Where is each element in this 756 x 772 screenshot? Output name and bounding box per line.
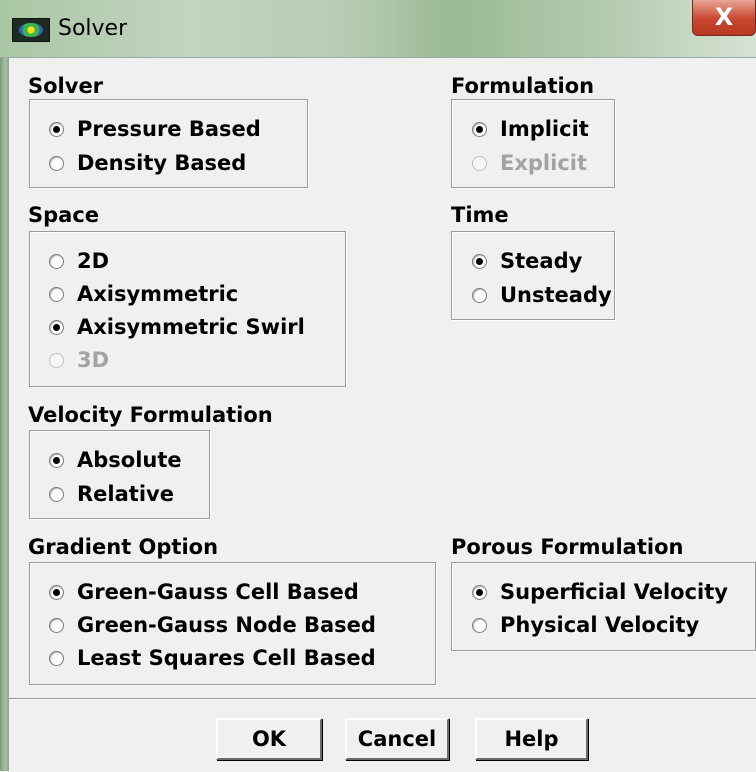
app-icon [12, 18, 50, 42]
button-separator [9, 698, 756, 700]
radio-button-selected[interactable] [472, 121, 487, 137]
radio-steady[interactable]: Steady [472, 244, 582, 278]
radio-button-selected[interactable] [49, 584, 64, 600]
option-label: Pressure Based [77, 117, 261, 141]
radio-density-based[interactable]: Density Based [49, 146, 246, 180]
radio-button[interactable] [472, 287, 487, 303]
radio-button[interactable] [49, 617, 64, 633]
radio-implicit[interactable]: Implicit [472, 112, 589, 146]
radio-button-selected[interactable] [49, 121, 64, 137]
option-label: Green-Gauss Cell Based [77, 580, 359, 604]
cancel-button[interactable]: Cancel [345, 718, 449, 760]
formulation-group-title: Formulation [451, 74, 595, 98]
radio-button[interactable] [49, 286, 64, 302]
radio-unsteady[interactable]: Unsteady [472, 278, 612, 312]
ok-button[interactable]: OK [216, 718, 322, 760]
radio-button-selected[interactable] [49, 452, 64, 468]
title-bar[interactable]: Solver X [0, 0, 756, 57]
radio-button[interactable] [49, 486, 64, 502]
radio-green-gauss-cell[interactable]: Green-Gauss Cell Based [49, 575, 359, 609]
radio-button-selected[interactable] [49, 319, 64, 335]
option-label: 3D [77, 348, 110, 372]
option-label: Axisymmetric [77, 282, 239, 306]
radio-3d: 3D [49, 343, 109, 377]
option-label: Unsteady [500, 283, 612, 307]
option-label: Axisymmetric Swirl [77, 315, 305, 339]
option-label: Implicit [500, 117, 589, 141]
radio-explicit: Explicit [472, 146, 587, 180]
radio-physical-velocity[interactable]: Physical Velocity [472, 608, 699, 642]
radio-green-gauss-node[interactable]: Green-Gauss Node Based [49, 608, 376, 642]
option-label: Least Squares Cell Based [77, 646, 376, 670]
option-label: Physical Velocity [500, 613, 700, 637]
option-label: Explicit [500, 151, 588, 175]
window-frame [0, 57, 9, 771]
option-label: Superficial Velocity [500, 580, 728, 604]
option-label: 2D [77, 249, 110, 273]
option-label: Density Based [77, 151, 247, 175]
help-button[interactable]: Help [475, 718, 588, 760]
gradient-option-group-title: Gradient Option [28, 535, 219, 559]
radio-button-disabled [49, 352, 64, 368]
radio-axisymmetric-swirl[interactable]: Axisymmetric Swirl [49, 310, 305, 344]
space-group-title: Space [28, 203, 100, 227]
radio-least-squares[interactable]: Least Squares Cell Based [49, 641, 376, 675]
radio-relative[interactable]: Relative [49, 477, 174, 511]
option-label: Absolute [77, 448, 182, 472]
option-label: Green-Gauss Node Based [77, 613, 376, 637]
radio-button[interactable] [49, 650, 64, 666]
radio-button-selected[interactable] [472, 584, 487, 600]
window-title: Solver [58, 16, 128, 41]
porous-formulation-group-title: Porous Formulation [451, 535, 684, 559]
radio-button[interactable] [472, 617, 487, 633]
radio-superficial-velocity[interactable]: Superficial Velocity [472, 575, 728, 609]
solver-group-title: Solver [28, 74, 104, 98]
close-button[interactable]: X [692, 0, 756, 36]
radio-button[interactable] [49, 155, 64, 171]
radio-button-selected[interactable] [472, 253, 487, 269]
radio-button-disabled [472, 155, 487, 171]
velocity-formulation-group-title: Velocity Formulation [28, 403, 273, 427]
option-label: Relative [77, 482, 174, 506]
radio-absolute[interactable]: Absolute [49, 443, 182, 477]
time-group-title: Time [451, 203, 509, 227]
radio-axisymmetric[interactable]: Axisymmetric [49, 277, 238, 311]
radio-button[interactable] [49, 253, 64, 269]
radio-2d[interactable]: 2D [49, 244, 109, 278]
radio-pressure-based[interactable]: Pressure Based [49, 112, 261, 146]
option-label: Steady [500, 249, 583, 273]
